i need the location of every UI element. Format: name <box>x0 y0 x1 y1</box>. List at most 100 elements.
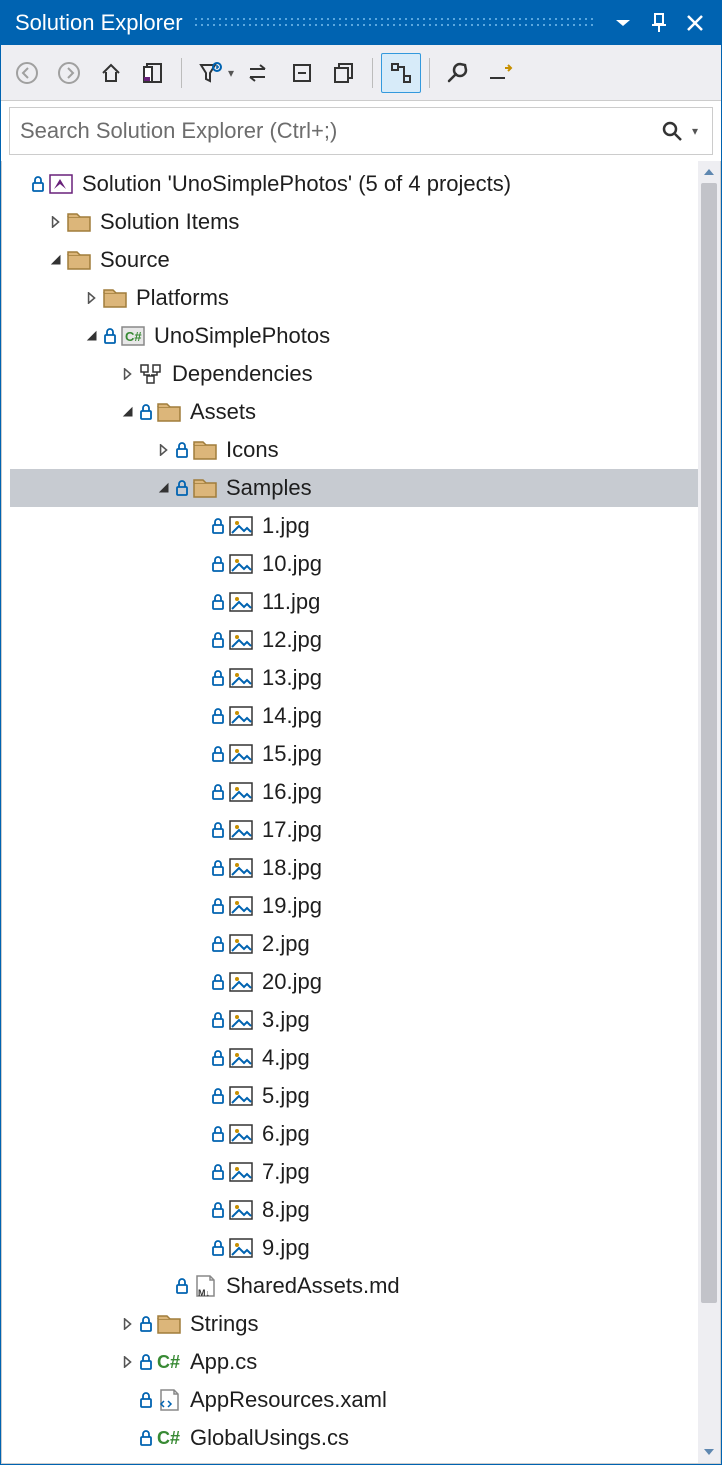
tree-item-icons[interactable]: Icons <box>10 431 720 469</box>
tree-item-solution-items[interactable]: Solution Items <box>10 203 720 241</box>
tree-item-strings[interactable]: Strings <box>10 1305 720 1343</box>
tree-item-s3[interactable]: 3.jpg <box>10 1001 720 1039</box>
folder-icon <box>156 399 182 425</box>
tree-item-s7[interactable]: 7.jpg <box>10 1153 720 1191</box>
lock-icon <box>210 859 226 877</box>
tree-item-s5[interactable]: 5.jpg <box>10 1077 720 1115</box>
lock-icon <box>210 669 226 687</box>
titlebar-grip[interactable] <box>193 16 595 30</box>
collapse-icon[interactable] <box>46 254 66 266</box>
collapse-icon[interactable] <box>82 330 102 342</box>
tree-item-label: Source <box>100 247 170 273</box>
tree-item-s18[interactable]: 18.jpg <box>10 849 720 887</box>
tree-item-s20[interactable]: 20.jpg <box>10 963 720 1001</box>
tree-item-label: 7.jpg <box>262 1159 310 1185</box>
lock-icon <box>210 707 226 725</box>
vertical-scrollbar[interactable] <box>698 161 720 1463</box>
tree-item-samples[interactable]: Samples <box>10 469 720 507</box>
tree-item-platforms[interactable]: Platforms <box>10 279 720 317</box>
properties-button[interactable] <box>438 53 478 93</box>
title-bar: Solution Explorer <box>1 1 721 45</box>
collapse-all-button[interactable] <box>282 53 322 93</box>
tree-item-s2[interactable]: 2.jpg <box>10 925 720 963</box>
tree-item-s1[interactable]: 1.jpg <box>10 507 720 545</box>
search-input[interactable] <box>10 118 652 144</box>
toolbar-separator <box>372 58 373 88</box>
tree-item-deps[interactable]: Dependencies <box>10 355 720 393</box>
tree-item-project[interactable]: UnoSimplePhotos <box>10 317 720 355</box>
expand-icon[interactable] <box>118 1318 138 1330</box>
image-icon <box>228 1159 254 1185</box>
forward-button[interactable] <box>49 53 89 93</box>
scroll-thumb[interactable] <box>701 183 717 1303</box>
lock-icon <box>174 1277 190 1295</box>
cs-icon <box>156 1425 182 1451</box>
tree-item-s17[interactable]: 17.jpg <box>10 811 720 849</box>
tree-item-appres[interactable]: AppResources.xaml <box>10 1381 720 1419</box>
window-options-icon[interactable] <box>605 1 641 45</box>
expand-icon[interactable] <box>118 368 138 380</box>
tree-item-label: Solution Items <box>100 209 239 235</box>
switch-views-button[interactable] <box>133 53 173 93</box>
folder-icon <box>192 437 218 463</box>
track-active-item-button[interactable] <box>381 53 421 93</box>
tree-item-s12[interactable]: 12.jpg <box>10 621 720 659</box>
tree-item-s15[interactable]: 15.jpg <box>10 735 720 773</box>
tree-item-global[interactable]: GlobalUsings.cs <box>10 1419 720 1457</box>
collapse-icon[interactable] <box>118 406 138 418</box>
lock-icon <box>210 631 226 649</box>
panel-title: Solution Explorer <box>15 10 183 36</box>
pending-changes-filter-button[interactable] <box>190 53 230 93</box>
tree-item-s10[interactable]: 10.jpg <box>10 545 720 583</box>
tree-item-s14[interactable]: 14.jpg <box>10 697 720 735</box>
lock-icon <box>210 1201 226 1219</box>
image-icon <box>228 817 254 843</box>
tree-item-source[interactable]: Source <box>10 241 720 279</box>
scroll-up-icon[interactable] <box>698 161 720 183</box>
tree-item-s19[interactable]: 19.jpg <box>10 887 720 925</box>
tree-item-label: AppResources.xaml <box>190 1387 387 1413</box>
tree-item-s8[interactable]: 8.jpg <box>10 1191 720 1229</box>
solution-tree[interactable]: Solution 'UnoSimplePhotos' (5 of 4 proje… <box>2 161 720 1463</box>
search-options-dropdown-icon[interactable]: ▾ <box>692 124 712 138</box>
tree-item-sol[interactable]: Solution 'UnoSimplePhotos' (5 of 4 proje… <box>10 165 720 203</box>
tree-item-label: 17.jpg <box>262 817 322 843</box>
sync-with-active-document-button[interactable] <box>240 53 280 93</box>
tree-item-app[interactable]: App.cs <box>10 1343 720 1381</box>
expand-icon[interactable] <box>118 1356 138 1368</box>
tree-item-s4[interactable]: 4.jpg <box>10 1039 720 1077</box>
back-button[interactable] <box>7 53 47 93</box>
tree-item-s16[interactable]: 16.jpg <box>10 773 720 811</box>
folder-icon <box>102 285 128 311</box>
pin-icon[interactable] <box>641 1 677 45</box>
cs-icon <box>156 1349 182 1375</box>
close-icon[interactable] <box>677 1 713 45</box>
lock-icon <box>138 1391 154 1409</box>
expand-icon[interactable] <box>154 444 174 456</box>
search-icon[interactable] <box>652 120 692 142</box>
home-button[interactable] <box>91 53 131 93</box>
tree-item-shared[interactable]: SharedAssets.md <box>10 1267 720 1305</box>
scroll-down-icon[interactable] <box>698 1441 720 1463</box>
tree-container: Solution 'UnoSimplePhotos' (5 of 4 proje… <box>1 161 721 1464</box>
preview-selected-items-button[interactable] <box>480 53 520 93</box>
lock-icon <box>210 1239 226 1257</box>
tree-item-assets[interactable]: Assets <box>10 393 720 431</box>
collapse-icon[interactable] <box>154 482 174 494</box>
tree-item-s9[interactable]: 9.jpg <box>10 1229 720 1267</box>
filter-dropdown-icon[interactable]: ▾ <box>228 66 238 80</box>
tree-item-label: 6.jpg <box>262 1121 310 1147</box>
image-icon <box>228 741 254 767</box>
lock-icon <box>210 783 226 801</box>
expand-icon[interactable] <box>46 216 66 228</box>
tree-item-label: 8.jpg <box>262 1197 310 1223</box>
show-all-files-button[interactable] <box>324 53 364 93</box>
tree-item-s6[interactable]: 6.jpg <box>10 1115 720 1153</box>
tree-item-s11[interactable]: 11.jpg <box>10 583 720 621</box>
image-icon <box>228 893 254 919</box>
expand-icon[interactable] <box>82 292 102 304</box>
lock-icon <box>210 593 226 611</box>
tree-item-s13[interactable]: 13.jpg <box>10 659 720 697</box>
tree-item-label: Assets <box>190 399 256 425</box>
toolbar-separator <box>181 58 182 88</box>
